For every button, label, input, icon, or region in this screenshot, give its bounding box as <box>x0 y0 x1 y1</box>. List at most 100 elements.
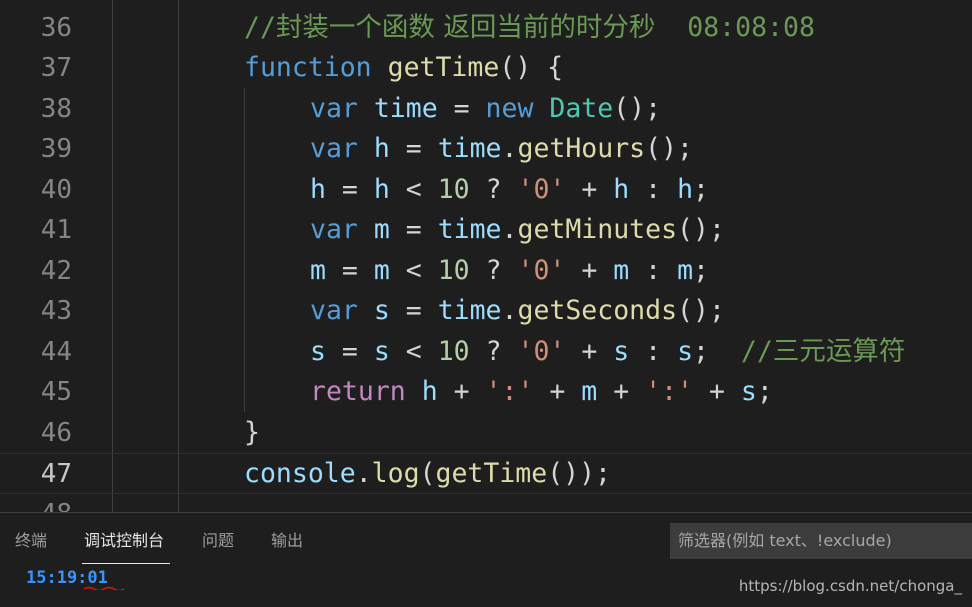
code-text: h = h < 10 ? '0' + h : h; <box>310 170 709 211</box>
code-token: h <box>373 133 390 164</box>
code-token: = <box>389 214 438 245</box>
line-number: 44 <box>40 336 72 367</box>
tab-problems[interactable]: 问题 <box>202 529 234 553</box>
code-token: function <box>244 52 372 83</box>
tab-debug-console[interactable]: 调试控制台 <box>84 529 164 553</box>
code-token: m <box>373 254 390 286</box>
code-token: ? <box>469 254 518 286</box>
line-number: 40 <box>40 174 72 205</box>
code-token: time <box>373 92 438 124</box>
code-text: return h + ':' + m + ':' + s; <box>310 372 773 413</box>
code-line[interactable]: 40 h = h < 10 ? '0' + h : h; <box>0 170 972 211</box>
code-token: m <box>581 376 598 407</box>
code-token: // <box>740 335 773 367</box>
code-text: console.log(getTime()); <box>244 454 611 495</box>
code-token: 08:08:08 <box>655 11 815 43</box>
code-token: time <box>437 295 502 326</box>
code-token: h <box>613 173 630 205</box>
line-number: 38 <box>40 93 72 124</box>
code-token: 10 <box>437 173 470 205</box>
code-token: () { <box>499 52 564 83</box>
code-token: ; <box>693 335 741 367</box>
code-token: time <box>437 214 502 245</box>
code-token: Date <box>549 92 614 124</box>
code-token: log <box>371 458 420 489</box>
code-text: s = s < 10 ? '0' + s : s; //三元运算符 <box>310 332 905 373</box>
code-token: 10 <box>437 254 470 286</box>
tab-output[interactable]: 输出 <box>271 529 303 553</box>
code-line[interactable]: 41 var m = time.getMinutes(); <box>0 210 972 251</box>
code-token: h <box>421 376 438 407</box>
code-token: ? <box>469 173 518 205</box>
code-token: s <box>740 376 757 407</box>
code-line[interactable]: 37 function getTime() { <box>0 48 972 89</box>
code-token: + <box>533 376 582 407</box>
tab-terminal[interactable]: 终端 <box>15 529 47 553</box>
code-line[interactable]: 47 console.log(getTime()); <box>0 453 972 494</box>
code-token: (); <box>677 214 725 245</box>
code-token: 封装一个函数 返回当前的时分秒 <box>275 11 656 43</box>
code-token: h <box>677 173 694 205</box>
code-token: '0' <box>517 254 566 286</box>
code-token: 三元运算符 <box>772 335 906 367</box>
line-number: 45 <box>40 377 72 407</box>
code-line[interactable]: 46} <box>0 413 972 454</box>
code-text: var m = time.getMinutes(); <box>310 210 725 251</box>
code-token: console <box>244 458 356 489</box>
code-token: + <box>693 376 741 407</box>
code-token: = <box>389 133 438 164</box>
code-token: + <box>565 173 614 205</box>
code-line[interactable]: 38 var time = new Date(); <box>0 89 972 130</box>
code-line[interactable]: 39 var h = time.getHours(); <box>0 129 972 170</box>
code-line[interactable]: 36 //封装一个函数 返回当前的时分秒 08:08:08 <box>0 8 972 49</box>
code-token: getHours <box>517 133 646 164</box>
code-token: (); <box>613 92 662 124</box>
code-token: ':' <box>485 376 534 407</box>
code-token: s <box>310 335 326 367</box>
code-token: 10 <box>437 335 470 367</box>
code-token: time <box>437 133 502 164</box>
code-token: m <box>613 254 630 286</box>
code-editor[interactable]: 36//封装一个函数 返回当前的时分秒 08:08:08 37 function g… <box>0 0 972 512</box>
code-token: ? <box>469 335 518 367</box>
code-token: ()); <box>547 458 612 489</box>
code-token: var <box>310 133 358 164</box>
code-token: + <box>565 254 614 286</box>
code-token: return <box>310 376 406 407</box>
code-line[interactable]: 45 return h + ':' + m + ':' + s; <box>0 372 972 413</box>
code-token: m <box>373 214 390 245</box>
code-text: m = m < 10 ? '0' + m : m; <box>310 251 709 292</box>
code-token: = <box>437 92 486 124</box>
line-number: 48 <box>0 494 72 513</box>
code-token: // <box>244 11 276 43</box>
code-token: (); <box>645 133 693 164</box>
code-token: = <box>325 335 374 367</box>
line-number: 36 <box>40 12 72 43</box>
code-token: : <box>629 254 678 286</box>
code-text: //封装一个函数 返回当前的时分秒 08:08:08 <box>244 8 815 49</box>
line-number: 41 <box>40 215 72 245</box>
code-token: < <box>389 173 438 205</box>
code-token: s <box>373 335 390 367</box>
code-token: . <box>355 458 372 489</box>
code-text: } <box>244 413 260 454</box>
code-line[interactable]: 42 m = m < 10 ? '0' + m : m; <box>0 251 972 292</box>
code-token: h <box>310 173 326 205</box>
code-token: + <box>565 335 614 367</box>
code-token: : <box>629 335 678 367</box>
code-line[interactable]: 43 var s = time.getSeconds(); <box>0 291 972 332</box>
code-text: var s = time.getSeconds(); <box>310 291 725 332</box>
bottom-panel: 终端 调试控制台 问题 输出 筛选器(例如 text、!exclude) 15:… <box>0 512 972 607</box>
code-token: s <box>613 335 630 367</box>
code-token: < <box>389 254 438 286</box>
line-number: 39 <box>40 134 72 164</box>
line-number: 43 <box>40 296 72 326</box>
code-line[interactable]: 44 s = s < 10 ? '0' + s : s; //三元运算符 <box>0 332 972 373</box>
code-line[interactable]: 48 <box>0 494 972 513</box>
console-filter-input[interactable]: 筛选器(例如 text、!exclude) <box>670 523 972 559</box>
code-token: . <box>501 214 518 245</box>
code-token: = <box>325 254 374 286</box>
